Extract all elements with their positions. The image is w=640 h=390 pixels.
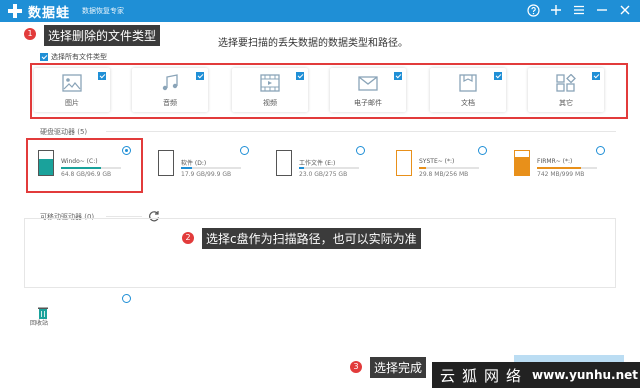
drive-system-radio[interactable]: [478, 146, 487, 155]
close-icon[interactable]: [618, 3, 632, 17]
drive-size: 17.9 GB/99.9 GB: [181, 171, 232, 178]
drive-size: 23.0 GB/275 GB: [299, 171, 348, 178]
drive-c-radio[interactable]: [122, 146, 131, 155]
watermark: 云狐网络 www.yunhu.net: [432, 362, 640, 388]
hard-drives-label: 硬盘驱动器 (5): [40, 128, 88, 136]
drive-c-icon: [38, 150, 54, 176]
file-type-checkbox[interactable]: [394, 72, 402, 80]
file-type-email[interactable]: 电子邮件: [330, 68, 406, 112]
file-type-checkbox[interactable]: [592, 72, 600, 80]
page-instruction: 选择要扫描的丢失数据的数据类型和路径。: [218, 38, 408, 49]
file-type-checkbox[interactable]: [296, 72, 304, 80]
image-icon: [62, 74, 82, 92]
file-type-video[interactable]: 视频: [232, 68, 308, 112]
add-icon[interactable]: [549, 3, 563, 17]
help-icon[interactable]: [526, 3, 540, 17]
drive-d-radio[interactable]: [240, 146, 249, 155]
drive-e[interactable]: 工作文件 (E:) 23.0 GB/275 GB: [276, 146, 386, 186]
document-icon: [459, 74, 477, 92]
email-icon: [358, 76, 378, 91]
file-type-audio[interactable]: 音频: [132, 68, 208, 112]
title-bar: 数据蛙 数据恢复专家: [0, 0, 640, 22]
file-type-label: 文档: [461, 99, 475, 107]
annotation-number-1: 1: [24, 28, 36, 40]
drive-system-icon: [396, 150, 412, 176]
drive-size: 64.8 GB/96.9 GB: [61, 171, 112, 178]
section-divider: [106, 216, 142, 217]
drive-name: SYSTE~ (*:): [419, 158, 455, 165]
checkbox-icon[interactable]: [40, 53, 48, 61]
drive-d[interactable]: 软件 (D:) 17.9 GB/99.9 GB: [158, 146, 268, 186]
recycle-bin-radio[interactable]: [122, 294, 131, 303]
select-all-checkbox[interactable]: 选择所有文件类型: [40, 52, 107, 62]
drive-name: FIRMR~ (*:): [537, 158, 573, 165]
app-name: 数据蛙: [28, 6, 71, 21]
drive-usage-bar: [419, 167, 479, 169]
drive-usage-bar: [537, 167, 597, 169]
minimize-icon[interactable]: [595, 3, 609, 17]
select-all-label: 选择所有文件类型: [51, 53, 107, 61]
app-logo-icon: [8, 4, 22, 18]
drive-system[interactable]: SYSTE~ (*:) 29.8 MB/256 MB: [396, 146, 506, 186]
window-controls: [526, 3, 632, 17]
drive-d-icon: [158, 150, 174, 176]
drive-c[interactable]: Windo~ (C:) 64.8 GB/96.9 GB: [38, 146, 148, 186]
drive-name: Windo~ (C:): [61, 158, 98, 165]
menu-icon[interactable]: [572, 3, 586, 17]
drive-firmware[interactable]: FIRMR~ (*:) 742 MB/999 MB: [514, 146, 624, 186]
file-type-label: 视频: [263, 99, 277, 107]
drive-e-icon: [276, 150, 292, 176]
file-type-image[interactable]: 图片: [34, 68, 110, 112]
drive-usage-bar: [181, 167, 241, 169]
audio-icon: [162, 74, 178, 91]
drive-size: 742 MB/999 MB: [537, 171, 585, 178]
drive-size: 29.8 MB/256 MB: [419, 171, 469, 178]
annotation-text-2: 选择c盘作为扫描路径，也可以实际为准: [202, 228, 421, 249]
drive-name: 工作文件 (E:): [299, 160, 336, 167]
watermark-url: www.yunhu.net: [532, 368, 639, 382]
annotation-number-2: 2: [182, 232, 194, 244]
file-type-label: 其它: [559, 99, 573, 107]
annotation-text-1: 选择删除的文件类型: [44, 25, 161, 46]
app-subtitle: 数据恢复专家: [82, 7, 124, 15]
file-type-checkbox[interactable]: [494, 72, 502, 80]
drive-name: 软件 (D:): [181, 160, 207, 167]
drive-e-radio[interactable]: [356, 146, 365, 155]
annotation-text-3: 选择完成: [370, 357, 427, 378]
drive-usage-bar: [299, 167, 359, 169]
file-type-other[interactable]: 其它: [528, 68, 604, 112]
recycle-bin-label: 回收站: [30, 320, 49, 327]
drive-firmware-radio[interactable]: [596, 146, 605, 155]
file-type-checkbox[interactable]: [196, 72, 204, 80]
drive-firmware-icon: [514, 150, 530, 176]
watermark-cn: 云狐网络: [440, 366, 529, 385]
file-type-label: 电子邮件: [354, 99, 382, 107]
other-icon: [556, 74, 576, 92]
file-type-label: 音频: [163, 99, 177, 107]
drive-usage-bar: [61, 167, 121, 169]
file-type-checkbox[interactable]: [98, 72, 106, 80]
annotation-number-3: 3: [350, 361, 362, 373]
section-divider: [106, 131, 616, 132]
file-type-document[interactable]: 文档: [430, 68, 506, 112]
file-type-label: 图片: [65, 99, 79, 107]
video-icon: [260, 74, 280, 92]
